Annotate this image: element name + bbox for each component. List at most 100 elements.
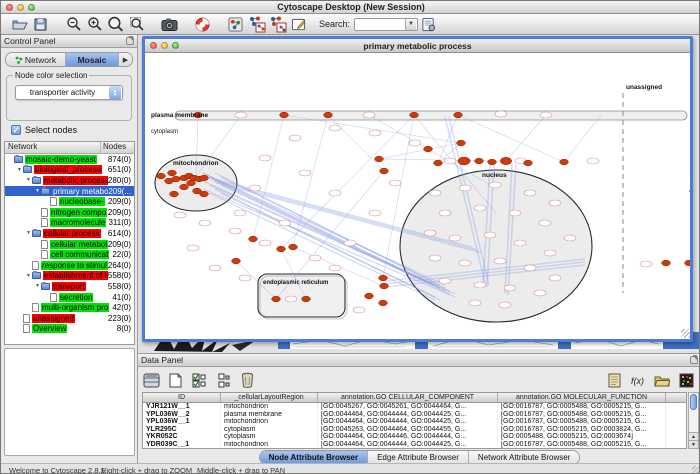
network-view-window: primary metabolic process bbox=[142, 36, 693, 342]
app-resize-grip[interactable] bbox=[692, 466, 700, 474]
matrix-view-button[interactable] bbox=[675, 370, 697, 390]
tree-expander-icon[interactable]: ▼ bbox=[25, 230, 32, 236]
network-leaf-icon bbox=[32, 261, 39, 270]
tree-row[interactable]: macromolecule311(0) bbox=[5, 218, 134, 229]
scroll-down-arrow[interactable]: ▼ bbox=[689, 440, 698, 448]
node-color-dropdown[interactable]: transporter activity ▲▼ bbox=[15, 85, 123, 100]
open-folder-icon bbox=[12, 16, 28, 32]
tree-row[interactable]: cellular metabol209(0) bbox=[5, 239, 134, 250]
table-row[interactable]: YLR295Ccytoplasm[GO:0045263, GO:0044464,… bbox=[143, 426, 686, 434]
tabs-overflow-button[interactable]: ▶ bbox=[118, 53, 132, 66]
tree-row[interactable]: nitrogen compo209(0) bbox=[5, 207, 134, 218]
vizmapper-button[interactable] bbox=[225, 15, 246, 34]
open-file-button[interactable] bbox=[9, 15, 30, 34]
control-panel-float-button[interactable] bbox=[126, 37, 134, 45]
tree-row[interactable]: ▼establishment of lo558(0) bbox=[5, 271, 134, 282]
zoom-out-button[interactable] bbox=[63, 15, 84, 34]
zoom-selected-button[interactable] bbox=[105, 15, 126, 34]
tree-column-nodes[interactable]: Nodes bbox=[101, 142, 134, 153]
tree-row[interactable]: secretion41(0) bbox=[5, 292, 134, 303]
control-panel: Control Panel Network Mosaic ▶ Node colo… bbox=[1, 35, 138, 463]
tree-expander-icon[interactable]: ▼ bbox=[34, 283, 41, 289]
select-nodes-checkbox[interactable]: ✓ bbox=[11, 125, 21, 135]
table-cell: [GO:0016787, GO:0005488, GO:0005215, G..… bbox=[498, 403, 666, 411]
network-leaf-icon bbox=[50, 197, 57, 206]
table-cell: mitochondrion bbox=[221, 403, 318, 411]
tree-row-label: Overview bbox=[32, 324, 67, 333]
tree-row[interactable]: cell communicat22(0) bbox=[5, 249, 134, 260]
folder-icon bbox=[654, 374, 670, 387]
tree-expander-icon[interactable]: ▼ bbox=[34, 188, 41, 194]
unselect-all-attributes-button[interactable] bbox=[212, 370, 234, 390]
attribute-table: ID_cellularLayoutRegionannotation.GO CEL… bbox=[142, 392, 687, 449]
table-row[interactable]: YPL036W__1mitochondrion[GO:0044464, GO:0… bbox=[143, 418, 686, 426]
svg-text:f(x): f(x) bbox=[631, 376, 644, 386]
tree-row[interactable]: ▼cellular process614(0) bbox=[5, 228, 134, 239]
copy-style-button[interactable] bbox=[246, 15, 267, 34]
tree-row[interactable]: ▼metabolic process280(0) bbox=[5, 175, 134, 186]
tree-row[interactable]: ▼primary metabol209(... bbox=[5, 186, 134, 197]
tree-expander-icon[interactable]: ▼ bbox=[16, 167, 23, 173]
tree-row[interactable]: nucleobase-209(0) bbox=[5, 196, 134, 207]
tree-row[interactable]: Overview8(0) bbox=[5, 324, 134, 335]
zoom-in-icon bbox=[87, 16, 103, 32]
table-row[interactable]: YDR039C__1mitochondrion[GO:0044464, GO:0… bbox=[143, 441, 686, 449]
table-cell: [GO:0044464, GO:0044444, GO:0044425, G..… bbox=[318, 441, 498, 449]
select-nodes-row: ✓ Select nodes bbox=[11, 125, 77, 135]
network-window-titlebar[interactable]: primary metabolic process bbox=[145, 39, 690, 53]
paste-style-button[interactable] bbox=[267, 15, 288, 34]
table-column-header[interactable]: annotation.GO MOLECULAR_FUNCTION bbox=[498, 393, 666, 402]
help-button[interactable] bbox=[192, 15, 213, 34]
table-row[interactable]: YKR052Ccytoplasm[GO:0044464, GO:0044446,… bbox=[143, 433, 686, 441]
snapshot-button[interactable] bbox=[159, 15, 180, 34]
table-cell: YDR039C__1 bbox=[143, 441, 221, 449]
table-scrollbar[interactable]: ▲ ▼ bbox=[688, 392, 699, 449]
cytoscape-app-window: Cytoscape Desktop (New Session) bbox=[0, 0, 700, 474]
table-cell: YJR121W__1 bbox=[143, 403, 221, 411]
document-config-icon bbox=[421, 17, 436, 32]
tab-network[interactable]: Network bbox=[6, 53, 66, 66]
tree-row[interactable]: ▼transport558(0) bbox=[5, 281, 134, 292]
scrollbar-thumb[interactable] bbox=[690, 394, 697, 410]
tree-column-network[interactable]: Network bbox=[5, 142, 101, 153]
network-canvas[interactable]: plasma membrane cytoplasm mitochondrion … bbox=[145, 53, 690, 338]
save-session-button[interactable] bbox=[30, 15, 51, 34]
new-attribute-button[interactable] bbox=[164, 370, 186, 390]
window-resize-grip[interactable] bbox=[681, 329, 690, 338]
network-tree-panel: Network Nodes mosaic-demo-yeast874(0)▼bi… bbox=[4, 141, 135, 345]
table-cell: cytoplasm bbox=[221, 433, 318, 441]
table-column-header[interactable]: ID bbox=[143, 393, 221, 402]
zoom-fit-button[interactable] bbox=[126, 15, 147, 34]
select-all-attributes-button[interactable] bbox=[188, 370, 210, 390]
table-cell: mitochondrion bbox=[221, 418, 318, 426]
tree-row[interactable]: response to stimul264(0) bbox=[5, 260, 134, 271]
tree-row[interactable]: ▼biological_process651(0) bbox=[5, 165, 134, 176]
attribute-notes-button[interactable] bbox=[603, 370, 625, 390]
tree-row-label: response to stimul bbox=[41, 261, 108, 270]
zoom-in-button[interactable] bbox=[84, 15, 105, 34]
delete-attribute-button[interactable] bbox=[236, 370, 258, 390]
tree-row-node-count: 209(0) bbox=[108, 197, 134, 206]
attribute-select-button[interactable] bbox=[140, 370, 162, 390]
control-panel-title: Control Panel bbox=[4, 36, 126, 46]
zoom-selected-icon bbox=[107, 16, 124, 33]
table-row[interactable]: YPL036W__2plasma membrane[GO:0044464, GO… bbox=[143, 411, 686, 419]
import-attributes-button[interactable] bbox=[651, 370, 673, 390]
table-row[interactable]: YJR121W__1mitochondrion[GO:0045267, GO:0… bbox=[143, 403, 686, 411]
tree-expander-icon[interactable]: ▼ bbox=[25, 273, 32, 279]
mitochondrion-label: mitochondrion bbox=[173, 160, 219, 167]
search-dropdown-arrow-icon[interactable]: ▼ bbox=[405, 19, 416, 30]
search-input[interactable]: ▼ bbox=[354, 18, 418, 31]
search-options-button[interactable] bbox=[418, 15, 439, 34]
tree-row[interactable]: mosaic-demo-yeast874(0) bbox=[5, 154, 134, 165]
table-column-header[interactable]: _cellularLayoutRegion bbox=[221, 393, 318, 402]
formula-builder-button[interactable]: f(x) bbox=[627, 370, 649, 390]
data-panel-float-button[interactable] bbox=[690, 356, 698, 364]
tree-row[interactable]: multi-organism pro42(0) bbox=[5, 302, 134, 313]
annotation-button[interactable] bbox=[288, 15, 309, 34]
table-column-header[interactable]: annotation.GO CELLULAR_COMPONENT bbox=[318, 393, 498, 402]
scroll-up-arrow[interactable]: ▲ bbox=[689, 432, 698, 440]
tab-mosaic[interactable]: Mosaic bbox=[66, 53, 118, 66]
tree-row[interactable]: unassigned223(0) bbox=[5, 313, 134, 324]
tree-expander-icon[interactable]: ▼ bbox=[25, 177, 32, 183]
